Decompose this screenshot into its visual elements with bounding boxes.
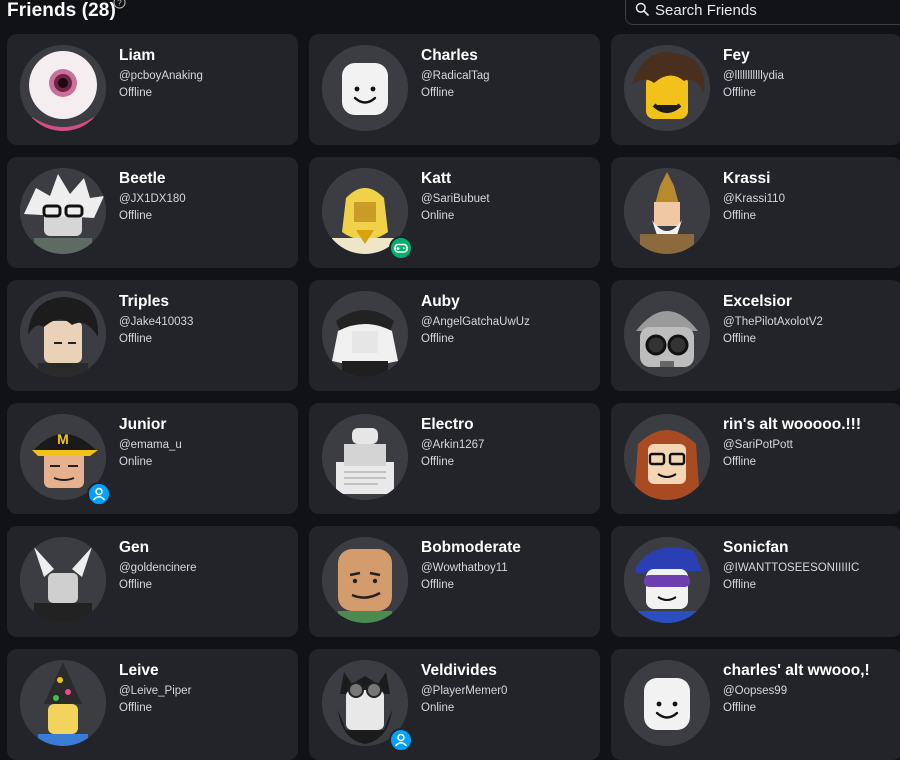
friend-card[interactable]: Sonicfan @IWANTTOSEESONIIIIIC Offline xyxy=(611,526,900,637)
friend-status: Offline xyxy=(421,579,455,591)
avatar[interactable] xyxy=(624,168,710,254)
friend-name[interactable]: Katt xyxy=(421,170,451,188)
search-placeholder: Search Friends xyxy=(655,2,757,19)
friend-card[interactable]: M Junior @emama_u Online xyxy=(7,403,298,514)
online-status-icon xyxy=(87,482,111,506)
friend-card[interactable]: Fey @lllllllllllydia Offline xyxy=(611,34,900,145)
avatar[interactable] xyxy=(322,291,408,377)
avatar[interactable] xyxy=(624,414,710,500)
avatar[interactable] xyxy=(20,45,106,131)
friend-username: @Wowthatboy11 xyxy=(421,562,508,574)
friend-card[interactable]: Charles @RadicalTag Offline xyxy=(309,34,600,145)
friend-username: @lllllllllllydia xyxy=(723,70,784,82)
friend-name[interactable]: Leive xyxy=(119,662,159,680)
friend-card[interactable]: Liam @pcboyAnaking Offline xyxy=(7,34,298,145)
friend-status: Offline xyxy=(119,87,153,99)
friend-status: Offline xyxy=(119,333,153,345)
friend-username: @goldencinere xyxy=(119,562,197,574)
avatar[interactable] xyxy=(20,537,106,623)
friend-username: @ThePilotAxolotV2 xyxy=(723,316,823,328)
friend-name[interactable]: Bobmoderate xyxy=(421,539,521,557)
friend-status: Offline xyxy=(421,456,455,468)
friend-card[interactable]: Veldivides @PlayerMemer0 Online xyxy=(309,649,600,760)
help-icon[interactable]: ? xyxy=(113,0,126,9)
friend-card[interactable]: Auby @AngelGatchaUwUz Offline xyxy=(309,280,600,391)
friend-name[interactable]: Fey xyxy=(723,47,750,65)
avatar[interactable] xyxy=(624,45,710,131)
friend-username: @AngelGatchaUwUz xyxy=(421,316,530,328)
friend-status: Offline xyxy=(119,579,153,591)
friend-name[interactable]: Junior xyxy=(119,416,166,434)
friend-status: Offline xyxy=(723,579,757,591)
online-status-icon xyxy=(389,728,413,752)
friend-name[interactable]: Krassi xyxy=(723,170,770,188)
avatar[interactable] xyxy=(624,291,710,377)
avatar[interactable] xyxy=(20,168,106,254)
friend-status: Offline xyxy=(119,210,153,222)
friend-status: Online xyxy=(421,210,455,222)
friend-status: Offline xyxy=(119,702,153,714)
page-title: Friends (28) xyxy=(7,0,116,21)
friend-username: @JX1DX180 xyxy=(119,193,186,205)
friend-name[interactable]: rin's alt wooooo.!!! xyxy=(723,416,861,434)
avatar[interactable] xyxy=(322,45,408,131)
friend-card[interactable]: Katt @SariBubuet Online xyxy=(309,157,600,268)
friend-username: @SariBubuet xyxy=(421,193,490,205)
avatar[interactable] xyxy=(624,660,710,746)
friend-name[interactable]: Beetle xyxy=(119,170,166,188)
friend-username: @RadicalTag xyxy=(421,70,490,82)
friend-status: Offline xyxy=(421,333,455,345)
svg-text:M: M xyxy=(57,431,69,447)
friend-card[interactable]: rin's alt wooooo.!!! @SariPotPott Offline xyxy=(611,403,900,514)
friend-name[interactable]: Sonicfan xyxy=(723,539,788,557)
avatar[interactable] xyxy=(322,537,408,623)
friend-name[interactable]: Veldivides xyxy=(421,662,497,680)
friend-username: @IWANTTOSEESONIIIIIC xyxy=(723,562,860,574)
friends-header: Friends (28) ? Search Friends xyxy=(0,0,900,30)
friend-status: Offline xyxy=(723,210,757,222)
friend-name[interactable]: Electro xyxy=(421,416,474,434)
friend-username: @pcboyAnaking xyxy=(119,70,203,82)
friend-name[interactable]: Triples xyxy=(119,293,169,311)
avatar[interactable] xyxy=(20,291,106,377)
friend-name[interactable]: Gen xyxy=(119,539,149,557)
friend-username: @SariPotPott xyxy=(723,439,793,451)
in-game-status-icon xyxy=(389,236,413,260)
friend-card[interactable]: Bobmoderate @Wowthatboy11 Offline xyxy=(309,526,600,637)
friend-username: @Jake410033 xyxy=(119,316,194,328)
friend-status: Offline xyxy=(723,333,757,345)
friend-status: Offline xyxy=(723,702,757,714)
friend-card[interactable]: Triples @Jake410033 Offline xyxy=(7,280,298,391)
friend-card[interactable]: Krassi @Krassi110 Offline xyxy=(611,157,900,268)
friend-name[interactable]: charles' alt wwooo,! xyxy=(723,662,870,680)
search-icon xyxy=(635,2,649,16)
svg-text:?: ? xyxy=(117,0,122,8)
friend-status: Online xyxy=(119,456,153,468)
friend-name[interactable]: Auby xyxy=(421,293,460,311)
friend-status: Offline xyxy=(723,456,757,468)
friend-status: Offline xyxy=(421,87,455,99)
friend-username: @Leive_Piper xyxy=(119,685,192,697)
friend-username: @Oopses99 xyxy=(723,685,788,697)
friend-name[interactable]: Charles xyxy=(421,47,478,65)
friend-card[interactable]: charles' alt wwooo,! @Oopses99 Offline xyxy=(611,649,900,760)
friend-status: Online xyxy=(421,702,455,714)
friend-card[interactable]: Leive @Leive_Piper Offline xyxy=(7,649,298,760)
friend-username: @PlayerMemer0 xyxy=(421,685,508,697)
search-friends-input[interactable]: Search Friends xyxy=(625,0,900,25)
friend-name[interactable]: Liam xyxy=(119,47,155,65)
friend-status: Offline xyxy=(723,87,757,99)
friend-username: @Arkin1267 xyxy=(421,439,485,451)
friend-card[interactable]: Beetle @JX1DX180 Offline xyxy=(7,157,298,268)
friend-username: @Krassi110 xyxy=(723,193,785,205)
avatar[interactable] xyxy=(20,660,106,746)
avatar[interactable] xyxy=(322,414,408,500)
friend-card[interactable]: Excelsior @ThePilotAxolotV2 Offline xyxy=(611,280,900,391)
friend-card[interactable]: Electro @Arkin1267 Offline xyxy=(309,403,600,514)
friend-username: @emama_u xyxy=(119,439,182,451)
avatar[interactable] xyxy=(624,537,710,623)
friend-card[interactable]: Gen @goldencinere Offline xyxy=(7,526,298,637)
friend-name[interactable]: Excelsior xyxy=(723,293,792,311)
